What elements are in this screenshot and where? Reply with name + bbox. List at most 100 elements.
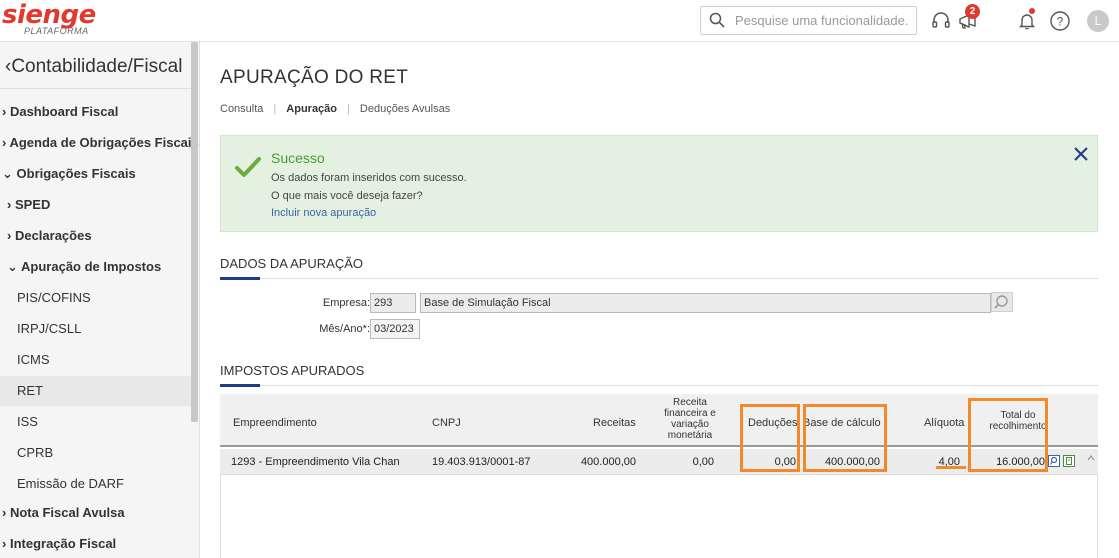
sidebar-item-apuracao-impostos[interactable]: ⌄ Apuração de Impostos: [7, 252, 199, 282]
col-receita-financeira-line: financeira e: [664, 408, 716, 419]
sidebar-item-label: Declarações: [14, 228, 92, 243]
section-underline: [220, 384, 260, 387]
section-underline: [220, 277, 260, 280]
col-receita-financeira[interactable]: Receita financeira e variação monetária: [660, 397, 720, 441]
sidebar-title-text: Contabilidade/Fiscal: [11, 56, 183, 77]
sidebar-item-agenda[interactable]: › Agenda de Obrigações Fiscais: [2, 128, 199, 158]
sidebar-item-obrigacoes-fiscais[interactable]: ⌄ Obrigações Fiscais: [2, 159, 194, 189]
detail-icon[interactable]: [1048, 455, 1060, 467]
highlight-aliquota-underline: [936, 466, 966, 469]
sidebar-item-label: CPRB: [17, 445, 54, 460]
empresa-name-field[interactable]: Base de Simulação Fiscal: [420, 293, 991, 313]
success-title: Sucesso: [271, 150, 325, 166]
notification-badge: 2: [965, 4, 980, 19]
tabs: Consulta | Apuração | Deduções Avulsas: [220, 103, 450, 115]
mes-ano-label: Mês/Ano*:: [319, 323, 370, 335]
col-receita-financeira-line: Receita: [673, 397, 707, 408]
table-scrollbar[interactable]: [1084, 449, 1098, 558]
col-aliquota[interactable]: Alíquota: [924, 417, 964, 429]
search-input[interactable]: [735, 7, 915, 34]
magnifier-icon: [994, 295, 1008, 309]
search-icon[interactable]: [709, 12, 725, 28]
tab-apuracao[interactable]: Apuração: [286, 103, 337, 115]
avatar[interactable]: L: [1087, 10, 1109, 32]
sidebar-item-label: Agenda de Obrigações Fiscais: [9, 135, 199, 150]
sidebar-item-irpj-csll[interactable]: IRPJ/CSLL: [0, 314, 192, 344]
table-body: [220, 475, 1098, 558]
sidebar-divider: [0, 88, 192, 89]
sidebar-item-label: Apuração de Impostos: [21, 259, 162, 274]
lookup-button[interactable]: [991, 292, 1013, 312]
sidebar-item-label: Nota Fiscal Avulsa: [9, 505, 125, 520]
sidebar-item-label: Obrigações Fiscais: [16, 166, 136, 181]
sidebar-item-label: ICMS: [17, 352, 50, 367]
success-message: Sucesso Os dados foram inseridos com suc…: [220, 135, 1098, 232]
sidebar-item-label: SPED: [14, 197, 51, 212]
cell-receita-financeira: 0,00: [692, 456, 714, 468]
cell-empreendimento: 1293 - Empreendimento Vila Chan: [231, 456, 400, 468]
tab-consulta[interactable]: Consulta: [220, 103, 263, 115]
section-divider: [220, 278, 1098, 279]
sidebar-item-label: RET: [17, 383, 43, 398]
cell-total: 16.000,00: [996, 456, 1045, 468]
search-box[interactable]: [700, 6, 917, 35]
sidebar-item-declaracoes[interactable]: › Declarações: [7, 221, 199, 251]
close-icon[interactable]: [1073, 146, 1089, 162]
sidebar-item-nota-fiscal-avulsa[interactable]: › Nota Fiscal Avulsa: [2, 498, 194, 528]
empresa-code-field[interactable]: 293: [370, 293, 416, 313]
cell-receitas: 400.000,00: [580, 456, 636, 468]
sidebar-item-dashboard-fiscal[interactable]: › Dashboard Fiscal: [2, 97, 194, 127]
sidebar-item-integracao-fiscal[interactable]: › Integração Fiscal: [2, 529, 194, 558]
sidebar-item-label: ISS: [17, 414, 38, 429]
sidebar-scrollbar[interactable]: [191, 42, 198, 422]
success-question: O que mais você deseja fazer?: [271, 190, 423, 202]
sidebar-item-label: IRPJ/CSLL: [17, 321, 82, 336]
help-icon[interactable]: ?: [1049, 10, 1071, 32]
new-apuracao-link[interactable]: Incluir nova apuração: [271, 207, 376, 219]
section-impostos-title: IMPOSTOS APURADOS: [220, 363, 365, 378]
logo-subtitle: PLATAFORMA: [24, 26, 89, 36]
sidebar-item-label: Integração Fiscal: [9, 536, 117, 551]
tab-separator: |: [347, 103, 350, 115]
col-cnpj[interactable]: CNPJ: [432, 417, 461, 429]
headset-icon[interactable]: [930, 10, 952, 32]
logo-text: sienge: [2, 0, 96, 30]
section-divider: [220, 385, 1098, 386]
page-title: APURAÇÃO DO RET: [220, 67, 409, 88]
col-base-calculo[interactable]: Base de cálculo: [803, 417, 881, 429]
tab-separator: |: [273, 103, 277, 115]
sidebar-item-emissao-darf[interactable]: Emissão de DARF: [0, 469, 192, 499]
sidebar-item-label: Dashboard Fiscal: [9, 104, 119, 119]
sidebar-item-pis-cofins[interactable]: PIS/COFINS: [0, 283, 192, 313]
svg-text:?: ?: [1057, 15, 1064, 29]
section-dados-title: DADOS DA APURAÇÃO: [220, 256, 364, 271]
sidebar-item-ret[interactable]: RET: [0, 376, 192, 406]
cell-deducoes: 0,00: [774, 456, 796, 468]
mes-ano-field[interactable]: 03/2023: [370, 319, 420, 339]
main-content: APURAÇÃO DO RET Consulta | Apuração | Deduçõ…: [200, 42, 1119, 558]
cell-base-calculo: 400.000,00: [824, 456, 880, 468]
document-icon[interactable]: [1063, 455, 1075, 467]
col-receita-financeira-line: variação: [671, 419, 709, 430]
sidebar-item-cprb[interactable]: CPRB: [0, 438, 192, 468]
sidebar-item-label: Emissão de DARF: [17, 476, 124, 491]
top-bar: sienge PLATAFORMA 2 ? L: [0, 0, 1119, 42]
table-header: Empreendimento CNPJ Receitas Receita fin…: [220, 394, 1098, 447]
sidebar-item-icms[interactable]: ICMS: [0, 345, 192, 375]
empresa-label: Empresa:: [322, 297, 370, 309]
sidebar-title[interactable]: ‹Contabilidade/Fiscal: [5, 56, 182, 78]
col-total-line: recolhimento: [989, 421, 1047, 432]
sidebar-item-sped[interactable]: › SPED: [7, 190, 199, 220]
tab-deducoes-avulsas[interactable]: Deduções Avulsas: [360, 103, 450, 115]
check-icon: [235, 157, 261, 177]
sienge-logo[interactable]: sienge PLATAFORMA: [2, 2, 96, 36]
col-receitas[interactable]: Receitas: [593, 417, 636, 429]
col-deducoes[interactable]: Deduções: [748, 417, 798, 429]
col-total-recolhimento[interactable]: Total do recolhimento: [980, 410, 1056, 432]
sidebar: ‹Contabilidade/Fiscal › Dashboard Fiscal…: [0, 42, 200, 558]
col-empreendimento[interactable]: Empreendimento: [233, 417, 317, 429]
bell-dot: [1029, 8, 1035, 14]
sidebar-item-iss[interactable]: ISS: [0, 407, 192, 437]
bell-icon[interactable]: [1016, 10, 1038, 32]
table-row[interactable]: 1293 - Empreendimento Vila Chan 19.403.9…: [220, 449, 1098, 475]
